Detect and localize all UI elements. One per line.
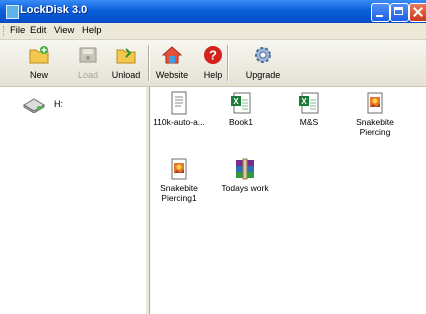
menu-grip	[3, 26, 7, 36]
file-name: 110k-auto-a...	[153, 117, 205, 127]
file-item[interactable]: Snakebite Piercing1	[150, 157, 208, 203]
disk-drive-icon	[23, 98, 45, 114]
app-icon	[6, 5, 19, 19]
unload-folder-icon	[116, 48, 136, 64]
load-label: Load	[77, 70, 99, 80]
file-name: Todays work	[221, 183, 269, 193]
unload-label: Unload	[111, 70, 141, 80]
lockdisk-window: LockDisk 3.0 File Edit View Help New Loa…	[0, 0, 426, 314]
text-document-icon	[167, 91, 191, 115]
new-folder-icon	[29, 46, 49, 64]
file-item[interactable]: X Book1	[212, 91, 270, 127]
upgrade-button[interactable]: Upgrade	[243, 44, 283, 84]
maximize-button[interactable]	[390, 3, 409, 22]
new-button[interactable]: New	[19, 44, 59, 84]
image-file-icon	[363, 91, 387, 115]
title-bar[interactable]: LockDisk 3.0	[0, 0, 426, 23]
website-label: Website	[155, 70, 189, 80]
file-item[interactable]: 110k-auto-a...	[150, 91, 208, 127]
rar-archive-icon	[233, 157, 257, 181]
file-list-pane: 110k-auto-a... X Book1 X M&S Snakebite P…	[150, 87, 426, 314]
unload-button[interactable]: Unload	[106, 44, 146, 84]
drive-item-h[interactable]: H:	[22, 97, 63, 115]
file-item[interactable]: Snakebite Piercing	[346, 91, 404, 137]
toolbar-separator-2	[227, 45, 229, 81]
file-item[interactable]: X M&S	[280, 91, 338, 127]
drive-label: H:	[54, 99, 63, 109]
upgrade-gear-icon	[255, 47, 271, 63]
new-label: New	[29, 70, 48, 80]
menu-view[interactable]: View	[54, 25, 74, 36]
upgrade-label: Upgrade	[245, 70, 281, 80]
file-name: Book1	[228, 117, 254, 127]
minimize-button[interactable]	[371, 3, 390, 22]
file-name: M&S	[299, 117, 319, 127]
toolbar: New Load Unload Website ? Help Upgrade	[0, 40, 426, 87]
website-button[interactable]: Website	[152, 44, 192, 84]
menu-bar: File Edit View Help	[0, 23, 426, 40]
help-question-icon: ?	[204, 46, 222, 64]
file-item[interactable]: Todays work	[216, 157, 274, 193]
excel-document-icon: X	[297, 91, 321, 115]
file-name: Snakebite Piercing1	[160, 183, 198, 203]
window-title: LockDisk 3.0	[20, 4, 88, 16]
drive-tree-pane: H:	[0, 87, 147, 314]
svg-text:X: X	[233, 97, 239, 106]
close-button[interactable]	[409, 3, 426, 22]
load-button[interactable]: Load	[68, 44, 108, 84]
toolbar-separator	[148, 45, 150, 81]
excel-document-icon: X	[229, 91, 253, 115]
menu-edit[interactable]: Edit	[30, 25, 46, 36]
file-name: Snakebite Piercing	[356, 117, 394, 137]
svg-text:X: X	[301, 97, 307, 106]
menu-file[interactable]: File	[10, 25, 25, 36]
menu-help[interactable]: Help	[82, 25, 102, 36]
svg-text:?: ?	[209, 48, 217, 63]
image-file-icon	[167, 157, 191, 181]
home-icon	[162, 46, 182, 64]
load-disk-icon	[79, 47, 97, 63]
